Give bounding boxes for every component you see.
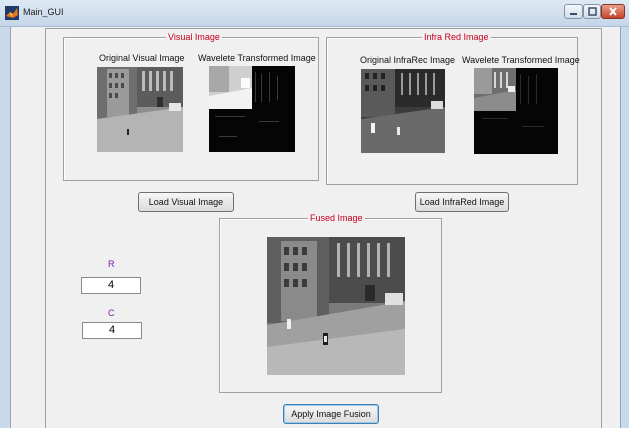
main-window: Main_GUI Visual Image Original Visual Im… <box>0 0 629 428</box>
maximize-icon <box>587 7 597 16</box>
visual-wavelet-caption: Wavelete Transformed Image <box>198 53 316 63</box>
fused-panel-title: Fused Image <box>308 212 365 224</box>
c-input[interactable]: 4 <box>82 322 142 339</box>
infrared-wavelet-image <box>474 68 558 154</box>
original-infrared-caption: Original InfraRec Image <box>360 55 456 65</box>
minimize-icon <box>570 13 577 15</box>
original-visual-image <box>97 67 183 152</box>
window-title: Main_GUI <box>23 7 64 17</box>
close-icon <box>609 7 617 16</box>
infrared-panel-title: Infra Red Image <box>422 31 491 43</box>
visual-wavelet-image <box>209 66 295 152</box>
close-button[interactable] <box>601 4 625 19</box>
visual-panel-title: Visual Image <box>166 31 222 43</box>
matlab-logo-icon <box>5 6 19 20</box>
apply-image-fusion-button[interactable]: Apply Image Fusion <box>283 404 379 424</box>
fused-image <box>267 237 405 375</box>
infrared-wavelet-caption: Wavelete Transformed Image <box>462 55 580 65</box>
maximize-button[interactable] <box>583 4 601 19</box>
load-infrared-image-button[interactable]: Load InfraRed Image <box>415 192 509 212</box>
original-infrared-image <box>361 69 445 153</box>
r-input[interactable]: 4 <box>81 277 141 294</box>
original-visual-caption: Original Visual Image <box>99 53 185 63</box>
load-visual-image-button[interactable]: Load Visual Image <box>138 192 234 212</box>
r-label: R <box>108 259 115 269</box>
c-label: C <box>108 308 115 318</box>
title-bar[interactable]: Main_GUI <box>0 0 629 27</box>
minimize-button[interactable] <box>564 4 583 19</box>
